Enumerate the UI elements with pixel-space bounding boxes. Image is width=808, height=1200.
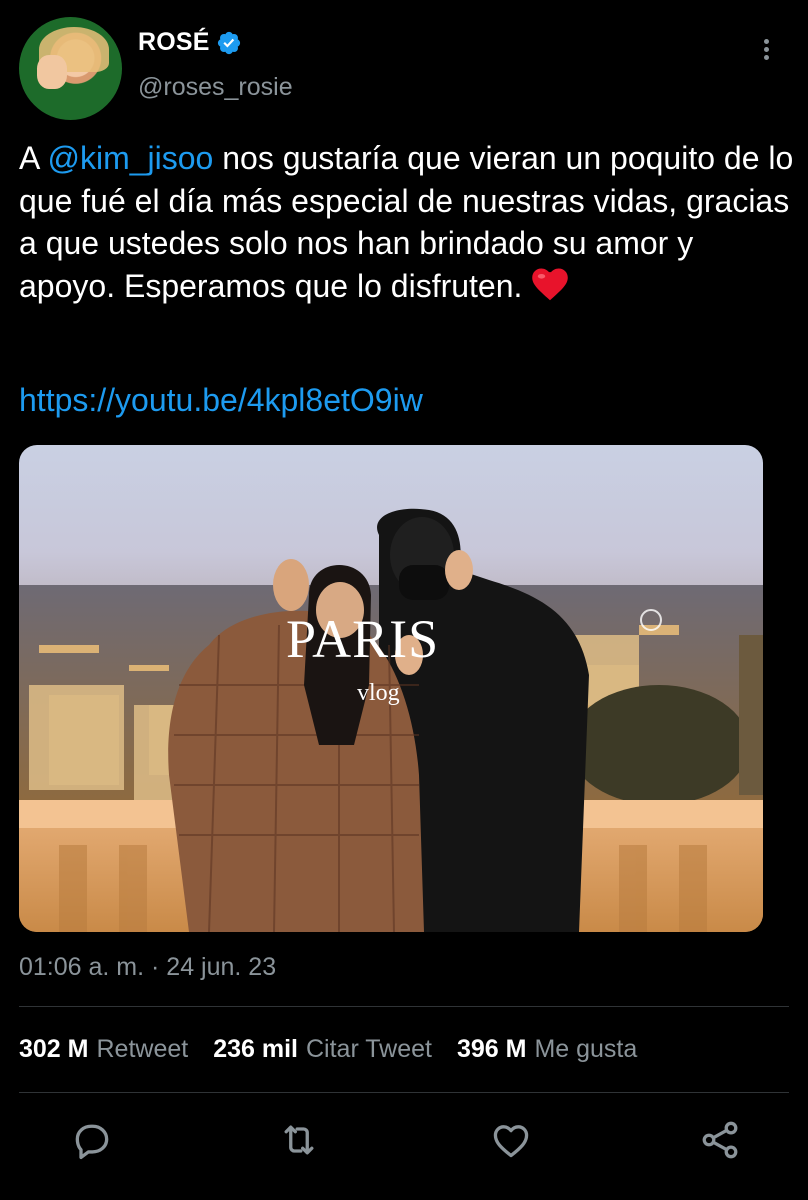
avatar-hand-shape [37,55,67,89]
quote-count: 236 mil [213,1035,298,1063]
engagement-stats: 302 M Retweet 236 mil Citar Tweet 396 M Me … [19,1035,662,1064]
author-handle[interactable]: @roses_rosie [138,73,293,102]
like-label: Me gusta [534,1035,638,1063]
retweet-icon[interactable] [277,1118,321,1162]
quote-stat[interactable]: 236 mil Citar Tweet [213,1035,432,1064]
media-title: PARIS [286,609,440,669]
avatar[interactable] [19,17,122,120]
action-bar [0,1118,808,1164]
divider [19,1092,789,1093]
red-heart-emoji [532,268,569,300]
verified-badge-icon [217,31,240,54]
heart-icon[interactable] [489,1118,533,1162]
divider [19,1006,789,1007]
youtube-link[interactable]: https://youtu.be/4kpl8etO9iw [19,382,423,419]
author-name[interactable]: ROSÉ [138,28,210,57]
media-subtitle: vlog [357,680,400,706]
like-stat[interactable]: 396 M Me gusta [457,1035,637,1064]
tweet-text: A @kim_jisoo nos gustaría que vieran un … [19,137,794,307]
tweet-timestamp[interactable]: 01:06 a. m. · 24 jun. 23 [19,953,276,982]
author-name-row[interactable]: ROSÉ [138,28,242,57]
tweet-prefix: A [19,140,48,176]
retweet-stat[interactable]: 302 M Retweet [19,1035,188,1064]
retweet-count: 302 M [19,1035,89,1063]
reply-icon[interactable] [70,1118,114,1162]
like-count: 396 M [456,1035,527,1063]
mention-link[interactable]: @kim_jisoo [47,140,213,176]
share-icon[interactable] [698,1118,742,1162]
quote-label: Citar Tweet [305,1035,432,1063]
more-vertical-icon[interactable] [752,36,780,66]
retweet-label: Retweet [96,1035,189,1063]
